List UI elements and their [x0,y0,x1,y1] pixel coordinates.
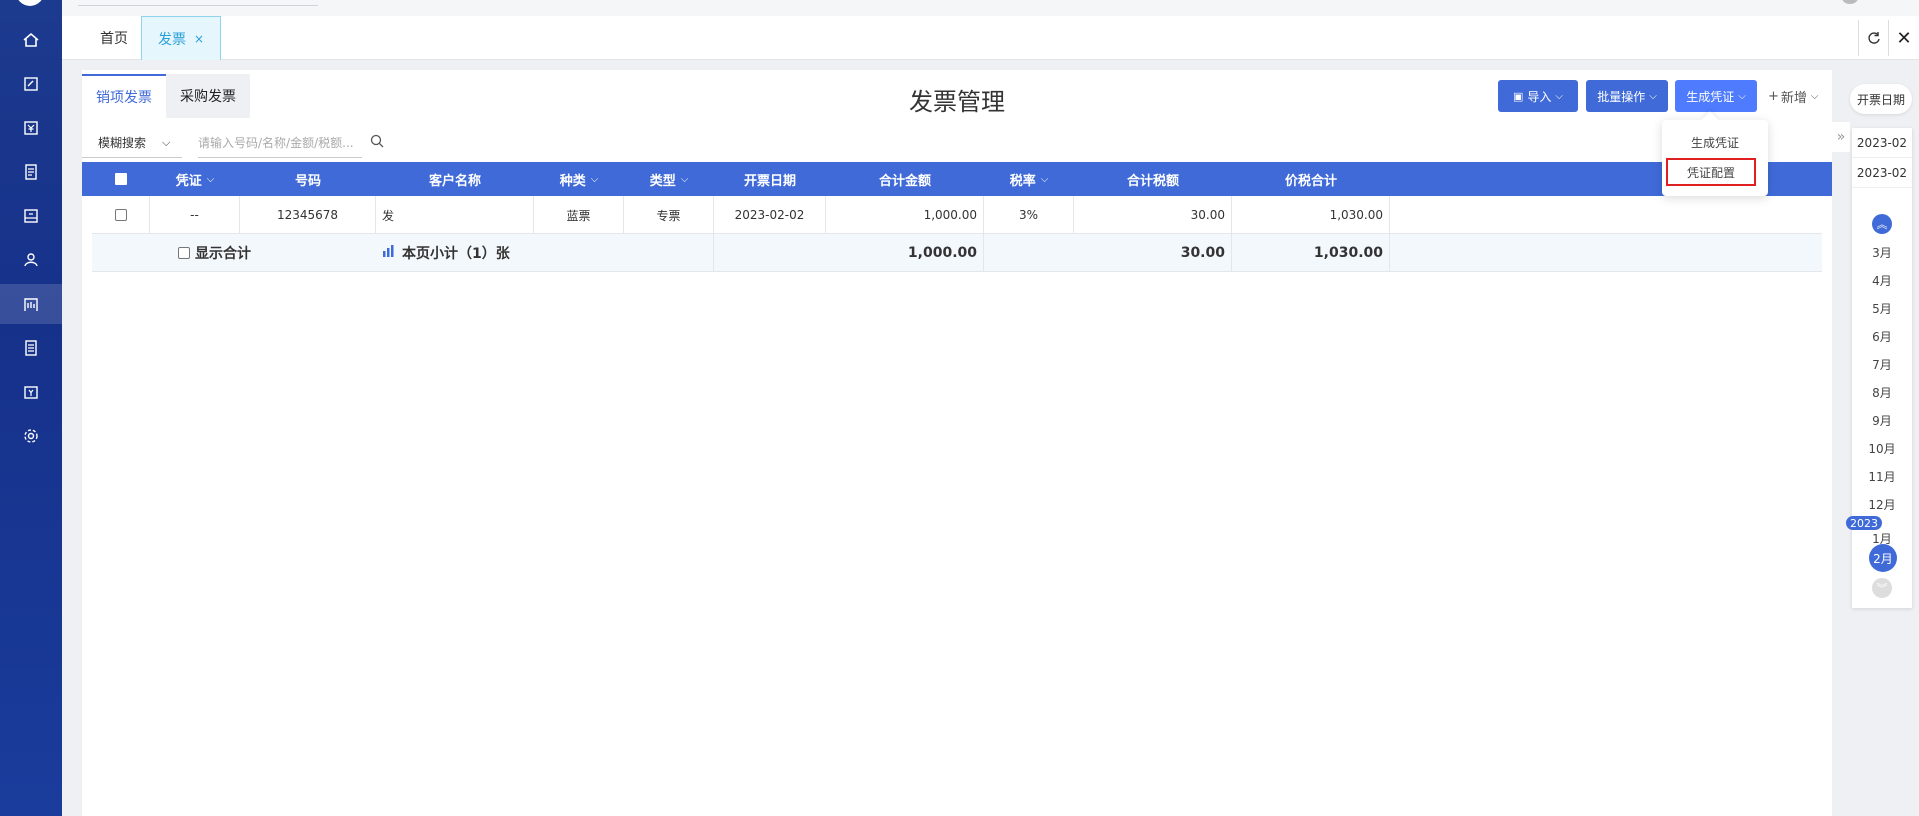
menu-item-voucher-config[interactable]: 凭证配置 [1666,158,1756,186]
cell-kind: 蓝票 [534,196,624,234]
report-icon[interactable] [0,328,62,368]
avatar[interactable] [1842,0,1858,4]
sidebar [0,0,62,816]
month-item[interactable]: 7月 [1852,350,1912,378]
batch-operation-button[interactable]: 批量操作 ⌵ [1586,80,1668,112]
month-item[interactable]: 10月 [1852,434,1912,462]
scroll-down-icon[interactable]: ︾ [1872,578,1892,598]
plus-icon: + [1768,88,1779,104]
invoice-icon[interactable] [0,284,62,324]
search-input[interactable]: 请输入号码/名称/金额/税额... [198,128,362,158]
subtotal-tax: 30.00 [984,234,1232,272]
col-customer: 客户名称 [428,173,481,189]
month-item[interactable]: 6月 [1852,322,1912,350]
cell-customer: 发 [376,196,534,234]
subtotal-row: 显示合计 本页小计（1）张 1,000.00 30.00 1,030.00 [92,234,1822,272]
search-icon[interactable] [370,134,384,152]
chevron-down-icon: ⌵ [206,173,215,185]
add-button[interactable]: + 新增 ⌵ [1768,80,1819,112]
chevron-down-icon: ⌵ [1810,90,1819,102]
chevron-down-icon: ⌵ [590,173,599,185]
chevron-down-icon: ⌵ [680,173,689,185]
month-item[interactable]: 11月 [1852,462,1912,490]
row-checkbox-cell[interactable] [92,196,150,234]
app-logo [16,0,44,6]
tab-bar: 首页 发票 × ✕ [62,16,1919,60]
chevron-down-icon: ⌵ [1040,173,1049,185]
cell-rate: 3% [984,196,1074,234]
date-range-start[interactable]: 2023-02 [1852,128,1912,158]
cell-total: 1,030.00 [1232,196,1390,234]
month-item[interactable]: 5月 [1852,294,1912,322]
col-kind[interactable]: 种类 ⌵ [534,162,624,196]
scroll-up-icon[interactable]: ︽ [1872,214,1892,234]
home-icon[interactable] [0,20,62,60]
month-item[interactable]: 9月 [1852,406,1912,434]
tab-purchase-invoice[interactable]: 采购发票 [166,74,250,118]
collapse-rail-icon[interactable]: » [1832,122,1850,152]
import-button[interactable]: ▣ 导入 ⌵ [1498,80,1578,112]
cell-number: 12345678 [240,196,376,234]
month-item[interactable]: 4月 [1852,266,1912,294]
bar-chart-icon [382,245,394,261]
generate-voucher-button[interactable]: 生成凭证 ⌵ [1675,80,1757,112]
menu-item-generate-voucher[interactable]: 生成凭证 [1662,128,1768,156]
refresh-icon[interactable] [1858,20,1888,56]
cell-amount: 1,000.00 [826,196,984,234]
date-rail: 2023-02 2023-02 ︽ 3月 4月 5月 6月 7月 8月 9月 1… [1846,128,1912,608]
subtotal-total: 1,030.00 [1232,234,1390,272]
col-tax: 合计税额 [1126,173,1179,189]
chevron-down-icon: ⌵ [1555,90,1563,102]
search-bar: 模糊搜索 ⌵ 请输入号码/名称/金额/税额... [82,128,384,158]
main-panel: 发票管理 销项发票 采购发票 ▣ 导入 ⌵ 批量操作 ⌵ 生成凭证 ⌵ + 新增 ⌵ 模糊… [82,70,1832,816]
print-icon[interactable] [0,196,62,236]
month-item-selected[interactable]: 2月 [1869,544,1897,572]
search-mode-select[interactable]: 模糊搜索 ⌵ [82,128,182,158]
month-item[interactable]: 8月 [1852,378,1912,406]
cell-date: 2023-02-02 [714,196,826,234]
col-date: 开票日期 [743,173,796,189]
tab-sales-invoice[interactable]: 销项发票 [82,74,166,118]
voucher-dropdown-menu: 生成凭证 凭证配置 [1662,111,1768,196]
month-item[interactable]: 12月 [1852,490,1912,518]
chevron-down-icon: ⌵ [162,135,171,149]
date-range-end[interactable]: 2023-02 [1852,158,1912,188]
top-strip [62,0,1919,16]
checkbox[interactable] [115,173,127,185]
ledger-icon[interactable] [0,152,62,192]
cell-type: 专票 [624,196,714,234]
col-voucher[interactable]: 凭证 ⌵ [150,162,240,196]
date-filter-header[interactable]: 开票日期 [1850,84,1912,114]
chevron-down-icon: ⌵ [1649,90,1657,102]
select-all-checkbox[interactable] [92,162,150,196]
payment-icon[interactable] [0,372,62,412]
top-divider [78,5,318,6]
invoice-subtabs: 销项发票 采购发票 [82,74,250,118]
cell-tax: 30.00 [1074,196,1232,234]
col-number: 号码 [294,173,321,189]
show-total-checkbox[interactable] [178,247,190,259]
subtotal-label: 本页小计（1）张 [376,234,714,272]
yen-icon[interactable] [0,108,62,148]
col-total: 价税合计 [1284,173,1337,189]
table-row[interactable]: -- 12345678 发 蓝票 专票 2023-02-02 1,000.00 … [92,196,1822,234]
col-amount: 合计金额 [878,173,931,189]
person-icon[interactable] [0,240,62,280]
gear-icon[interactable] [0,416,62,456]
chevron-up-icon: ⌵ [1738,90,1746,102]
row-checkbox[interactable] [114,209,127,221]
import-icon: ▣ [1512,89,1524,103]
table-header: 凭证 ⌵ 号码 客户名称 种类 ⌵ 类型 ⌵ 开票日期 合计金额 税率 ⌵ 合计税额 价… [82,162,1832,196]
cell-voucher: -- [150,196,240,234]
col-rate[interactable]: 税率 ⌵ [984,162,1074,196]
tab-close-icon[interactable]: × [194,32,204,46]
subtotal-amount: 1,000.00 [714,234,984,272]
close-all-icon[interactable]: ✕ [1888,20,1919,56]
edit-doc-icon[interactable] [0,64,62,104]
show-total-toggle[interactable]: 显示合计 [92,234,376,272]
col-type[interactable]: 类型 ⌵ [624,162,714,196]
tab-invoice[interactable]: 发票 × [141,16,221,60]
month-item[interactable]: 3月 [1852,238,1912,266]
